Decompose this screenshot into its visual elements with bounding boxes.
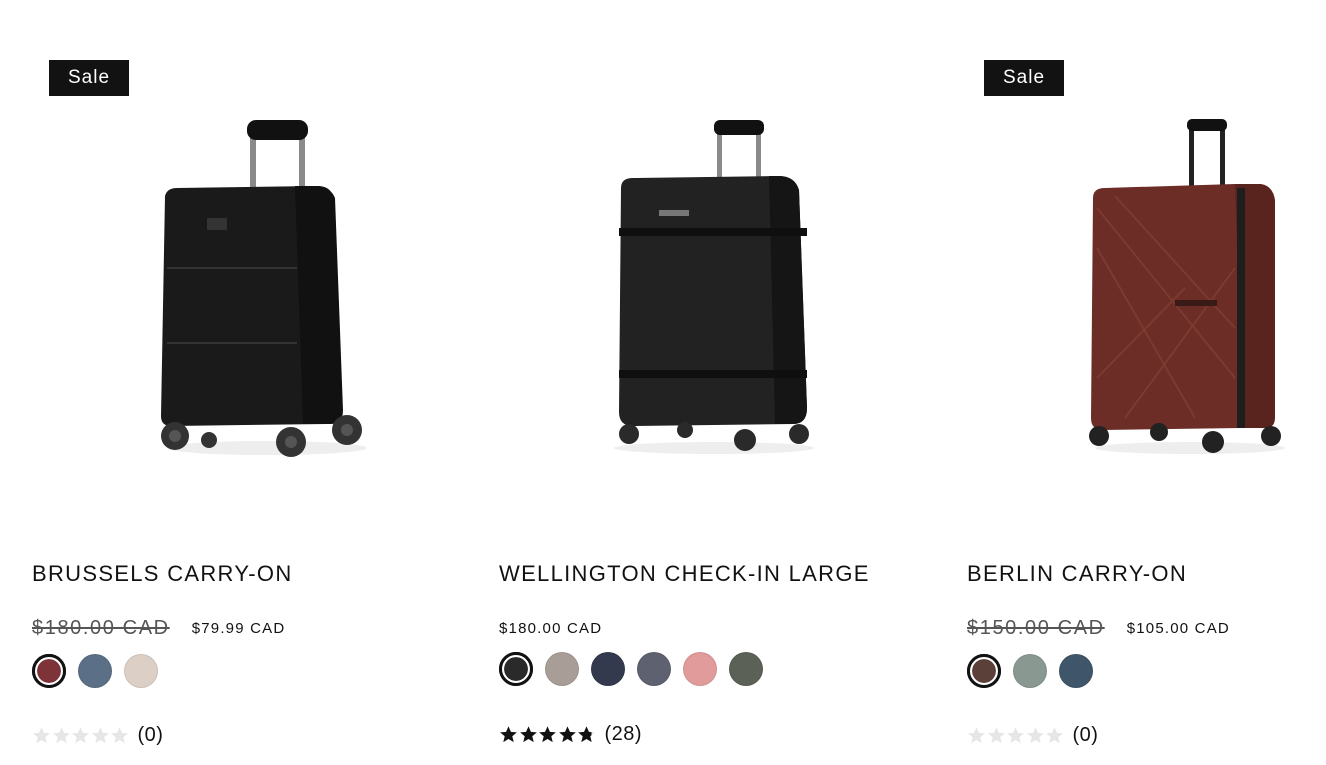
review-count[interactable]: (0) (1073, 724, 1099, 747)
color-swatch[interactable] (729, 652, 763, 686)
color-swatch[interactable] (32, 654, 66, 688)
rating: (0) (32, 720, 163, 750)
star-icon (519, 725, 537, 742)
star-icon (111, 726, 128, 743)
star-icon (33, 726, 50, 743)
star-icon (968, 726, 985, 743)
star-icon (539, 725, 556, 742)
regular-price: $180.00 CAD (32, 616, 170, 639)
carry-on-suitcase-image[interactable] (147, 118, 377, 458)
star-icon (1007, 726, 1024, 743)
product-card: WELLINGTON CHECK-IN LARGE $180.00 CAD (2… (499, 0, 939, 765)
product-title[interactable]: WELLINGTON CHECK-IN LARGE (499, 560, 870, 588)
color-swatch[interactable] (683, 652, 717, 686)
review-count[interactable]: (28) (605, 723, 643, 746)
product-grid: Sale BRUSSELS CARRY-ON $180.00 CAD $79.9… (0, 0, 1326, 765)
sale-badge: Sale (49, 60, 129, 96)
color-swatches (32, 654, 170, 690)
product-title[interactable]: BERLIN CARRY-ON (967, 560, 1187, 588)
price: $180.00 CAD (499, 619, 603, 637)
star-icon (500, 725, 517, 742)
star-rating (32, 726, 130, 745)
star-rating (499, 725, 597, 744)
color-swatch[interactable] (591, 652, 625, 686)
star-icon (1046, 726, 1063, 743)
product-card: Sale BERLIN CARRY-ON $150.00 CAD $105.00… (967, 0, 1326, 765)
price-row: $180.00 CAD $79.99 CAD (32, 612, 285, 644)
color-swatch[interactable] (967, 654, 1001, 688)
sale-price: $79.99 CAD (191, 619, 286, 637)
color-swatch[interactable] (545, 652, 579, 686)
star-icon (52, 726, 70, 743)
regular-price: $150.00 CAD (967, 616, 1105, 639)
color-swatches (499, 652, 775, 688)
star-icon (72, 726, 89, 743)
price-row: $180.00 CAD (499, 612, 602, 644)
star-icon (558, 725, 576, 742)
color-swatch[interactable] (78, 654, 112, 688)
sale-badge: Sale (984, 60, 1064, 96)
color-swatches (967, 654, 1105, 690)
star-icon (91, 726, 109, 743)
product-media[interactable]: Sale (967, 40, 1326, 520)
color-swatch[interactable] (1013, 654, 1047, 688)
maroon-suitcase-image[interactable] (1085, 118, 1295, 458)
large-suitcase-image[interactable] (599, 118, 829, 458)
product-title[interactable]: BRUSSELS CARRY-ON (32, 560, 293, 588)
rating: (0) (967, 720, 1098, 750)
star-icon (578, 725, 595, 742)
star-icon (987, 726, 1005, 743)
product-media[interactable]: Sale (32, 40, 472, 520)
rating: (28) (499, 719, 642, 749)
price-row: $150.00 CAD $105.00 CAD (967, 612, 1230, 644)
color-swatch[interactable] (124, 654, 158, 688)
color-swatch[interactable] (499, 652, 533, 686)
product-card: Sale BRUSSELS CARRY-ON $180.00 CAD $79.9… (32, 0, 472, 765)
color-swatch[interactable] (637, 652, 671, 686)
star-icon (1026, 726, 1044, 743)
product-media[interactable] (499, 40, 939, 520)
review-count[interactable]: (0) (138, 724, 164, 747)
star-rating (967, 726, 1065, 745)
sale-price: $105.00 CAD (1126, 619, 1230, 637)
color-swatch[interactable] (1059, 654, 1093, 688)
